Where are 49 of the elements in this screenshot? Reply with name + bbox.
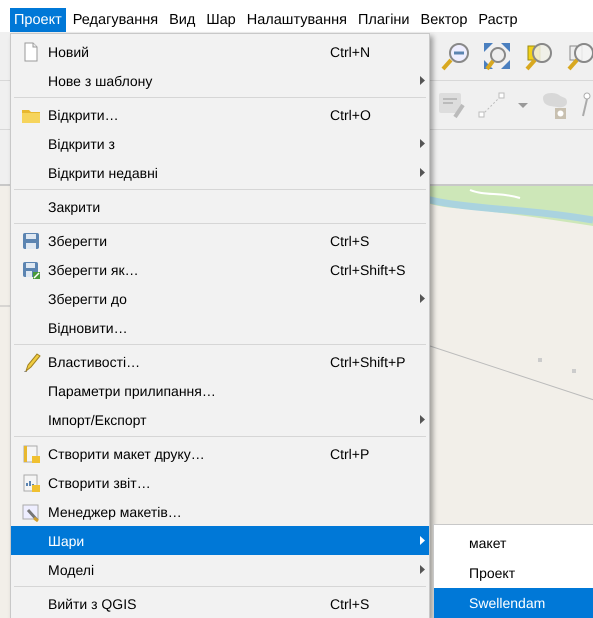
menu-item[interactable]: Менеджер макетів… <box>11 497 429 526</box>
caret-icon[interactable] <box>517 100 529 110</box>
menu-item[interactable]: Моделі <box>11 555 429 584</box>
menu-item[interactable]: Закрити <box>11 192 429 221</box>
shortcut-text: Ctrl+P <box>330 446 370 462</box>
menu-item[interactable]: Відкрити недавні <box>11 158 429 187</box>
menu-item[interactable]: Імпорт/Експорт <box>11 405 429 434</box>
menu-item[interactable]: Зберегти до <box>11 284 429 313</box>
menu-item[interactable]: Зберегти Ctrl+S <box>11 226 429 255</box>
menu-item[interactable]: Зберегти як… Ctrl+Shift+S <box>11 255 429 284</box>
menubar-item[interactable]: Вектор <box>416 8 472 32</box>
layout-page-icon <box>20 444 40 464</box>
line-icon[interactable] <box>477 90 507 120</box>
menu-item[interactable]: Властивості… Ctrl+Shift+P <box>11 347 429 376</box>
zoom-selection-icon[interactable] <box>566 41 593 71</box>
shortcut-text: Ctrl+Shift+P <box>330 354 406 370</box>
form-icon[interactable] <box>437 90 467 120</box>
menubar-item[interactable]: Редагування <box>68 8 162 32</box>
menu-item[interactable]: Відновити… <box>11 313 429 342</box>
menu-item[interactable]: Створити макет друку… Ctrl+P <box>11 439 429 468</box>
zoom-layer-icon[interactable] <box>524 41 554 71</box>
shortcut-text: Ctrl+S <box>330 596 370 612</box>
shortcut-text: Ctrl+Shift+S <box>330 262 406 278</box>
menu-item[interactable]: Параметри прилипання… <box>11 376 429 405</box>
menu-item[interactable]: Новий Ctrl+N <box>11 37 429 66</box>
menubar-item[interactable]: Налаштування <box>242 8 351 32</box>
menubar-item[interactable]: Шар <box>202 8 240 32</box>
zoom-full-icon[interactable] <box>482 41 512 71</box>
shortcut-text: Ctrl+S <box>330 232 370 248</box>
submenu-item[interactable]: Проект <box>434 558 593 588</box>
menubar-item[interactable]: Плагіни <box>354 8 414 32</box>
menu-item[interactable]: Вийти з QGIS Ctrl+S <box>11 589 429 618</box>
shortcut-text: Ctrl+O <box>330 106 372 122</box>
zoom-out-icon[interactable] <box>440 41 470 71</box>
submenu-item[interactable]: макет <box>434 528 593 558</box>
menu-item[interactable]: Нове з шаблону <box>11 66 429 95</box>
menubar-item[interactable]: Вид <box>165 8 200 32</box>
floppy-icon <box>20 230 40 250</box>
menubar-item[interactable]: Проект <box>10 8 66 32</box>
wrench-page-icon <box>20 502 40 522</box>
menu-item[interactable]: Шари <box>11 526 429 555</box>
menu-item[interactable]: Відкрити з <box>11 129 429 158</box>
report-page-icon <box>20 472 40 492</box>
shortcut-text: Ctrl+N <box>330 44 372 60</box>
floppy-pencil-icon <box>20 260 40 280</box>
menubar-item[interactable]: Растр <box>474 8 522 32</box>
menu-item[interactable]: Відкрити… Ctrl+O <box>11 100 429 129</box>
menu-item[interactable]: Створити звіт… <box>11 468 429 497</box>
submenu-item[interactable]: Swellendam <box>434 588 593 618</box>
